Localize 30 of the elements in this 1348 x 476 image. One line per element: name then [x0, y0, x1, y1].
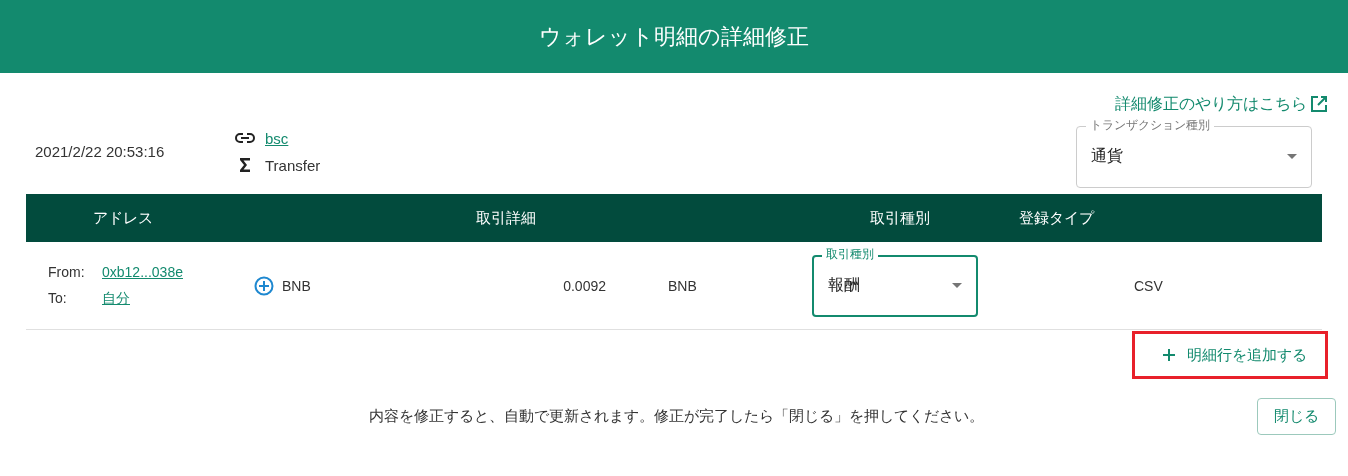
plus-circle-icon — [254, 275, 274, 296]
dropdown-caret-icon — [1287, 154, 1297, 159]
to-label: To: — [48, 289, 67, 308]
column-header: 取引種別 — [869, 208, 931, 228]
plus-icon — [1163, 349, 1175, 361]
from-label: From: — [48, 263, 85, 280]
address-link[interactable]: 自分 — [102, 289, 130, 308]
select-label: 取引種別 — [822, 246, 878, 262]
column-header: 登録タイプ — [1017, 208, 1096, 228]
help-link[interactable]: 詳細修正のやり方はこちら — [1115, 93, 1328, 115]
address-link[interactable]: 0xb12...038e — [102, 263, 183, 280]
amount: 0.0092 — [562, 277, 606, 294]
currency: BNB — [668, 277, 697, 294]
dropdown-caret-icon — [952, 283, 962, 288]
chain-link[interactable]: bsc — [265, 129, 289, 147]
column-header: 取引詳細 — [475, 208, 537, 228]
select-label: トランザクション種別 — [1086, 117, 1214, 133]
column-header: アドレス — [92, 208, 154, 228]
method-label: Transfer — [265, 156, 321, 174]
registration-type: CSV — [1133, 277, 1164, 294]
select-value: 報酬 — [828, 275, 860, 295]
footer-note: 内容を修正すると、自動で更新されます。修正が完了したら「閉じる」を押してください。 — [368, 406, 985, 426]
dialog-title: ウォレット明細の詳細修正 — [539, 22, 809, 51]
timestamp: 2021/2/22 20:53:16 — [34, 143, 166, 160]
close-button[interactable]: 閉じる — [1257, 397, 1336, 435]
add-row-button[interactable]: 明細行を追加する — [1132, 331, 1328, 379]
select-value: 通貨 — [1091, 146, 1123, 166]
external-link-icon — [1310, 95, 1328, 113]
asset-name: BNB — [282, 277, 311, 294]
link-icon — [235, 133, 255, 143]
